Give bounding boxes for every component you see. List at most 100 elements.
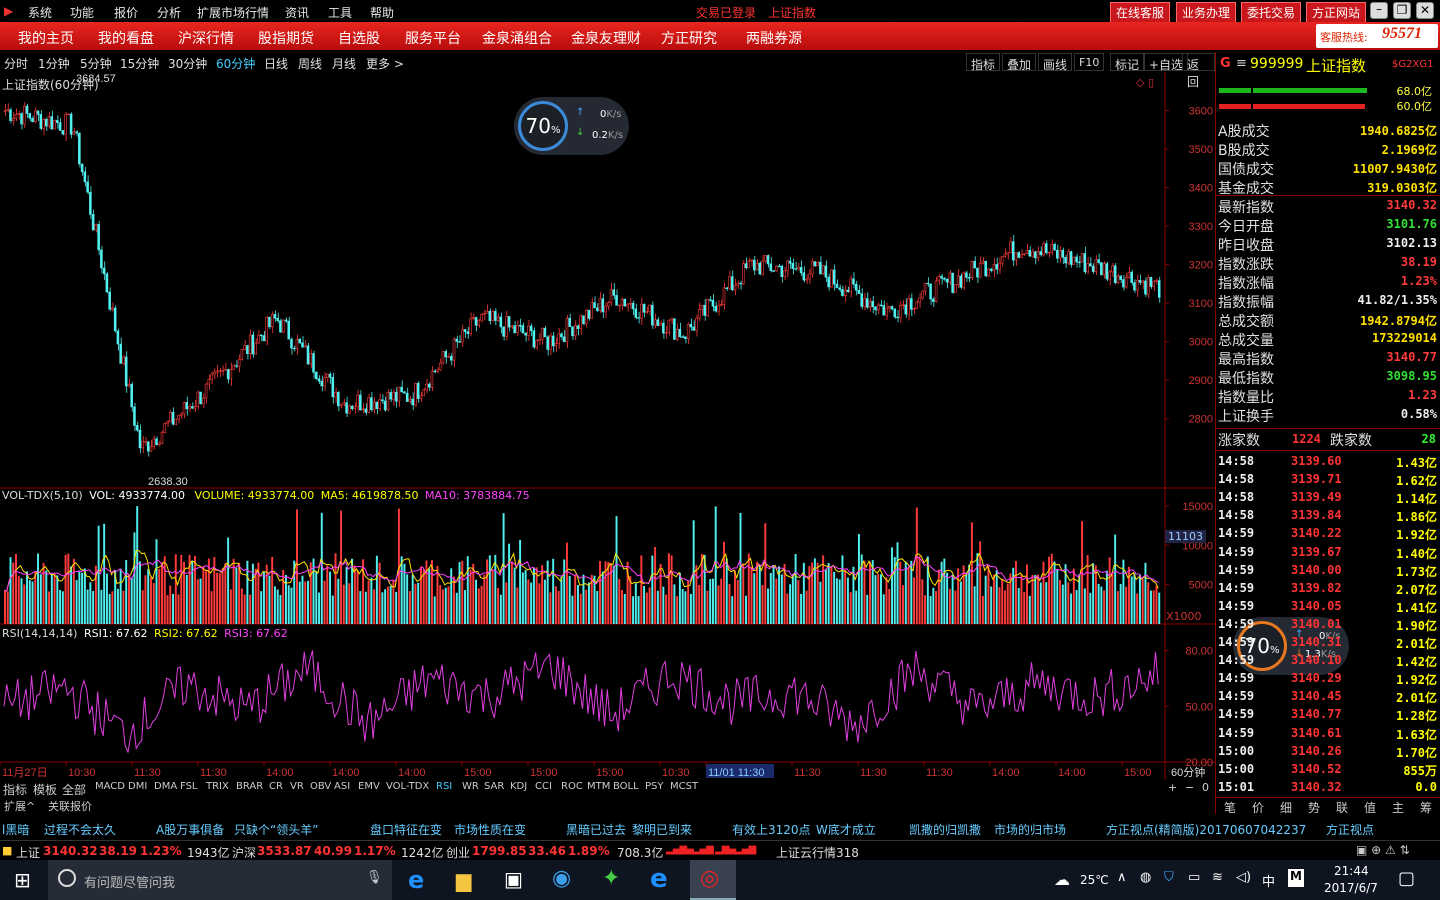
indicator-tab[interactable]: DMI	[128, 781, 147, 792]
panel-tab[interactable]: 筹	[1420, 799, 1432, 816]
nav-finance[interactable]: 金泉友理财	[571, 28, 641, 48]
ie-icon[interactable]: e	[650, 864, 668, 894]
wifi-icon[interactable]: ≋	[1212, 870, 1223, 885]
panel-tab[interactable]: 势	[1308, 799, 1320, 816]
panel-tab[interactable]: 细	[1280, 799, 1292, 816]
indicator-tab[interactable]: BOLL	[613, 781, 639, 792]
indicator-tab[interactable]: 全部	[62, 781, 86, 798]
period-5min[interactable]: 5分钟	[80, 55, 112, 72]
clock-date[interactable]: 2017/6/7	[1324, 881, 1378, 895]
indicator-tab[interactable]: RSI	[436, 781, 452, 792]
nav-my-board[interactable]: 我的看盘	[98, 28, 154, 48]
ime-indicator[interactable]: 中	[1262, 871, 1275, 890]
ticker-item[interactable]: 黑暗已过去	[566, 821, 626, 838]
nav-market[interactable]: 沪深行情	[178, 28, 234, 48]
menu-icon[interactable]: ≡	[1236, 56, 1247, 71]
period-60min[interactable]: 60分钟	[216, 55, 255, 72]
related-quote-tab[interactable]: 关联报价	[48, 798, 92, 814]
ticker-item[interactable]: 市场的归市场	[994, 821, 1066, 838]
minimize-icon[interactable]: –	[1370, 2, 1388, 19]
file-explorer-icon[interactable]: ▆	[456, 868, 471, 892]
indicator-tab[interactable]: 模板	[33, 781, 57, 798]
indicator-tab[interactable]: PSY	[645, 781, 664, 792]
indicator-tab[interactable]: TRIX	[206, 781, 229, 792]
indicator-tab[interactable]: KDJ	[510, 781, 527, 792]
ticker-item[interactable]: 有效上3120点	[732, 821, 811, 838]
ticker-item[interactable]: 过程不会太久	[44, 821, 116, 838]
panel-tab[interactable]: 笔	[1224, 799, 1236, 816]
tool-back[interactable]: 返回	[1182, 53, 1215, 89]
period-15min[interactable]: 15分钟	[120, 55, 159, 72]
indicator-tab[interactable]: WR	[462, 781, 479, 792]
indicator-tab[interactable]: VOL-TDX	[386, 781, 429, 792]
panel-tab[interactable]: 价	[1252, 799, 1264, 816]
nav-portfolio[interactable]: 金泉涌组合	[482, 28, 552, 48]
panel-tab[interactable]: 联	[1336, 799, 1348, 816]
indicator-tab[interactable]: 指标	[3, 781, 27, 798]
search-box[interactable]: 有问题尽管问我 🎙	[48, 860, 392, 900]
indicator-tab[interactable]: CR	[269, 781, 283, 792]
indicator-tab[interactable]: BRAR	[236, 781, 263, 792]
menu-system[interactable]: 系统	[28, 4, 52, 21]
nav-watchlist[interactable]: 自选股	[338, 28, 380, 48]
menu-tools[interactable]: 工具	[328, 4, 352, 21]
ticker-item[interactable]: 方正视点(精简版)20170607042237	[1106, 821, 1306, 838]
indicator-tab[interactable]: MTM	[587, 781, 610, 792]
browser-icon[interactable]: ◉	[552, 866, 571, 891]
panel-tab[interactable]: 值	[1364, 799, 1376, 816]
store-icon[interactable]: ▣	[504, 867, 523, 891]
security-icon[interactable]: ⛉	[1164, 870, 1174, 885]
ticker-item[interactable]: 盘口特征在变	[370, 821, 442, 838]
chart-svg[interactable]: 3600350034003300320031003000290028003684…	[0, 72, 1215, 784]
network-gauge[interactable]: 70% ↑ 0K/s ↓ 0.2K/s	[514, 97, 629, 155]
tool-mark[interactable]: 标记	[1110, 53, 1145, 72]
status-tool-icons[interactable]: ▣ ⊕ ⚠ ⇅	[1356, 843, 1410, 857]
zoom-in-icon[interactable]: +	[1168, 781, 1177, 794]
notification-icon[interactable]: ▢	[1398, 868, 1415, 889]
expand-tab[interactable]: 扩展^	[4, 798, 35, 814]
zoom-out-icon[interactable]: −	[1185, 781, 1194, 794]
restore-icon[interactable]: ❐	[1393, 2, 1411, 19]
indicator-tab[interactable]: MACD	[95, 781, 125, 792]
tool-f10[interactable]: F10	[1074, 53, 1105, 71]
period-timeshare[interactable]: 分时	[4, 55, 28, 72]
nav-futures[interactable]: 股指期货	[258, 28, 314, 48]
period-30min[interactable]: 30分钟	[168, 55, 207, 72]
indicator-tab[interactable]: CCI	[535, 781, 552, 792]
windows-start-icon[interactable]: ⊞	[14, 868, 31, 892]
indicator-tab[interactable]: DMA	[154, 781, 177, 792]
cloud-quote[interactable]: 上证云行情318	[776, 844, 859, 861]
ticker-item[interactable]: W底才成立	[816, 821, 876, 838]
indicator-tab[interactable]: VR	[290, 781, 304, 792]
nav-margin[interactable]: 两融券源	[746, 28, 802, 48]
volume-icon[interactable]: ◁)	[1236, 870, 1251, 885]
nav-research[interactable]: 方正研究	[661, 28, 717, 48]
ticker-item[interactable]: 市场性质在变	[454, 821, 526, 838]
indicator-tab[interactable]: MCST	[670, 781, 698, 792]
indicator-tab[interactable]: OBV	[310, 781, 331, 792]
app-icon[interactable]: ✦	[602, 866, 620, 891]
website-button[interactable]: 方正网站	[1306, 2, 1367, 23]
period-day[interactable]: 日线	[264, 55, 288, 72]
indicator-tab[interactable]: ASI	[334, 781, 350, 792]
online-service-button[interactable]: 在线客服	[1110, 2, 1171, 23]
menu-extended-market[interactable]: 扩展市场行情	[197, 4, 269, 21]
zoom-reset-icon[interactable]: 0	[1202, 781, 1209, 794]
tray-app-icon[interactable]: ◍	[1140, 870, 1151, 885]
menu-info[interactable]: 资讯	[285, 4, 309, 21]
chart-area[interactable]: 3600 3500 3400 3300 3200 3100 3000 2900 2800 3684…	[0, 72, 1215, 784]
period-more[interactable]: 更多 >	[366, 55, 404, 72]
indicator-tab[interactable]: ROC	[561, 781, 583, 792]
tool-draw[interactable]: 画线	[1038, 53, 1073, 72]
nav-service[interactable]: 服务平台	[405, 28, 461, 48]
ime-mode-icon[interactable]: M	[1288, 869, 1304, 887]
indicator-tab[interactable]: EMV	[358, 781, 380, 792]
indicator-tab[interactable]: FSL	[180, 781, 198, 792]
active-app-tile[interactable]: ◎	[690, 860, 736, 900]
ticker-item[interactable]: l黑暗	[2, 821, 29, 838]
menu-quote[interactable]: 报价	[114, 4, 138, 21]
network-icon[interactable]: ▭	[1188, 870, 1200, 885]
edge-icon[interactable]: e	[408, 866, 424, 894]
nav-home[interactable]: 我的主页	[18, 28, 74, 48]
panel-tab[interactable]: 主	[1392, 799, 1404, 816]
